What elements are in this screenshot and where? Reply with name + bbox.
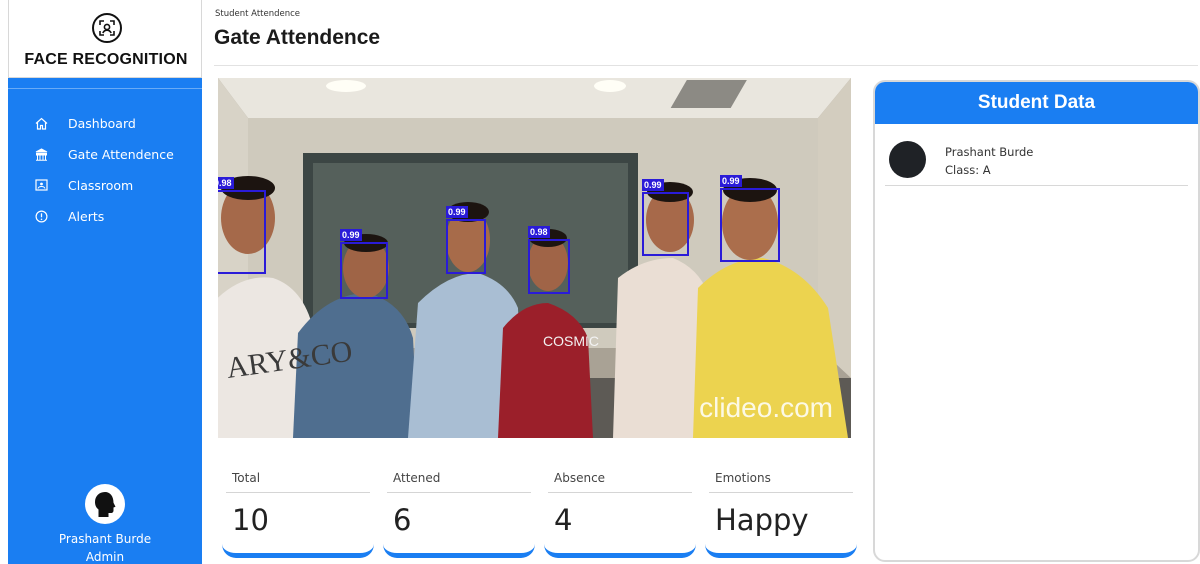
sidebar-item-label: Alerts [68, 209, 105, 224]
sidebar: FACE RECOGNITION Dashboard Gate Attenden… [8, 0, 202, 564]
face-detection-box [642, 192, 689, 256]
sidebar-item-label: Dashboard [68, 116, 136, 131]
sidebar-item-classroom[interactable]: Classroom [8, 170, 202, 201]
profile-role: Admin [85, 550, 125, 564]
header-divider [214, 65, 1198, 66]
sidebar-nav: Dashboard Gate Attendence Classroom Aler… [8, 108, 202, 232]
face-confidence-score: 0.98 [528, 226, 550, 238]
stat-divider [387, 492, 531, 493]
face-confidence-score: 0.99 [446, 206, 468, 218]
stat-label: Total [232, 471, 261, 485]
face-detection-box [446, 219, 486, 274]
student-data-panel: Student Data Prashant Burde Class: A [873, 80, 1200, 562]
stat-divider [226, 492, 370, 493]
face-detection-box [528, 239, 570, 294]
alert-icon [34, 210, 48, 224]
stat-card-total: Total 10 [222, 455, 374, 558]
profile-name: Prashant Burde [58, 532, 152, 546]
student-name: Prashant Burde [945, 145, 1034, 159]
sidebar-item-gate-attendence[interactable]: Gate Attendence [8, 139, 202, 170]
student-class: Class: A [945, 163, 991, 177]
face-confidence-score: 0.99 [720, 175, 742, 187]
sidebar-item-dashboard[interactable]: Dashboard [8, 108, 202, 139]
face-scan-icon [92, 13, 122, 43]
classroom-icon [34, 179, 48, 193]
breadcrumb: Student Attendence [215, 9, 301, 19]
stat-card-emotions: Emotions Happy [705, 455, 857, 558]
stat-divider [709, 492, 853, 493]
panel-title: Student Data [875, 82, 1198, 124]
stat-value: 6 [393, 503, 412, 537]
user-silhouette-icon [95, 492, 116, 517]
face-detection-box [340, 242, 388, 299]
page-title: Gate Attendence [214, 26, 381, 49]
student-avatar [889, 141, 926, 178]
video-watermark: clideo.com [699, 392, 833, 423]
camera-feed: ARY&CO COSMIC 0.98 0.99 0.99 0.98 0.99 0… [218, 78, 851, 438]
home-icon [34, 117, 48, 131]
stat-value: Happy [715, 503, 809, 537]
sidebar-item-label: Classroom [68, 178, 134, 193]
stat-divider [548, 492, 692, 493]
face-detection-box [720, 188, 780, 262]
stat-label: Attened [393, 471, 441, 485]
stat-card-absence: Absence 4 [544, 455, 696, 558]
app-logo[interactable]: FACE RECOGNITION [8, 0, 202, 78]
stat-label: Emotions [715, 471, 771, 485]
face-confidence-score: 0.98 [218, 177, 234, 189]
stat-label: Absence [554, 471, 606, 485]
face-detection-box [218, 190, 266, 274]
stat-value: 4 [554, 503, 573, 537]
sidebar-item-alerts[interactable]: Alerts [8, 201, 202, 232]
gate-icon [34, 148, 48, 162]
user-profile[interactable]: Prashant Burde Admin [8, 484, 202, 564]
avatar [85, 484, 125, 524]
face-confidence-score: 0.99 [340, 229, 362, 241]
logo-text: FACE RECOGNITION [24, 51, 188, 68]
stat-value: 10 [232, 503, 269, 537]
face-confidence-score: 0.99 [642, 179, 664, 191]
sidebar-divider [8, 88, 202, 89]
sidebar-item-label: Gate Attendence [68, 147, 174, 162]
stat-card-attened: Attened 6 [383, 455, 535, 558]
svg-text:COSMIC: COSMIC [543, 333, 599, 349]
student-list-item[interactable]: Prashant Burde Class: A [885, 124, 1188, 186]
